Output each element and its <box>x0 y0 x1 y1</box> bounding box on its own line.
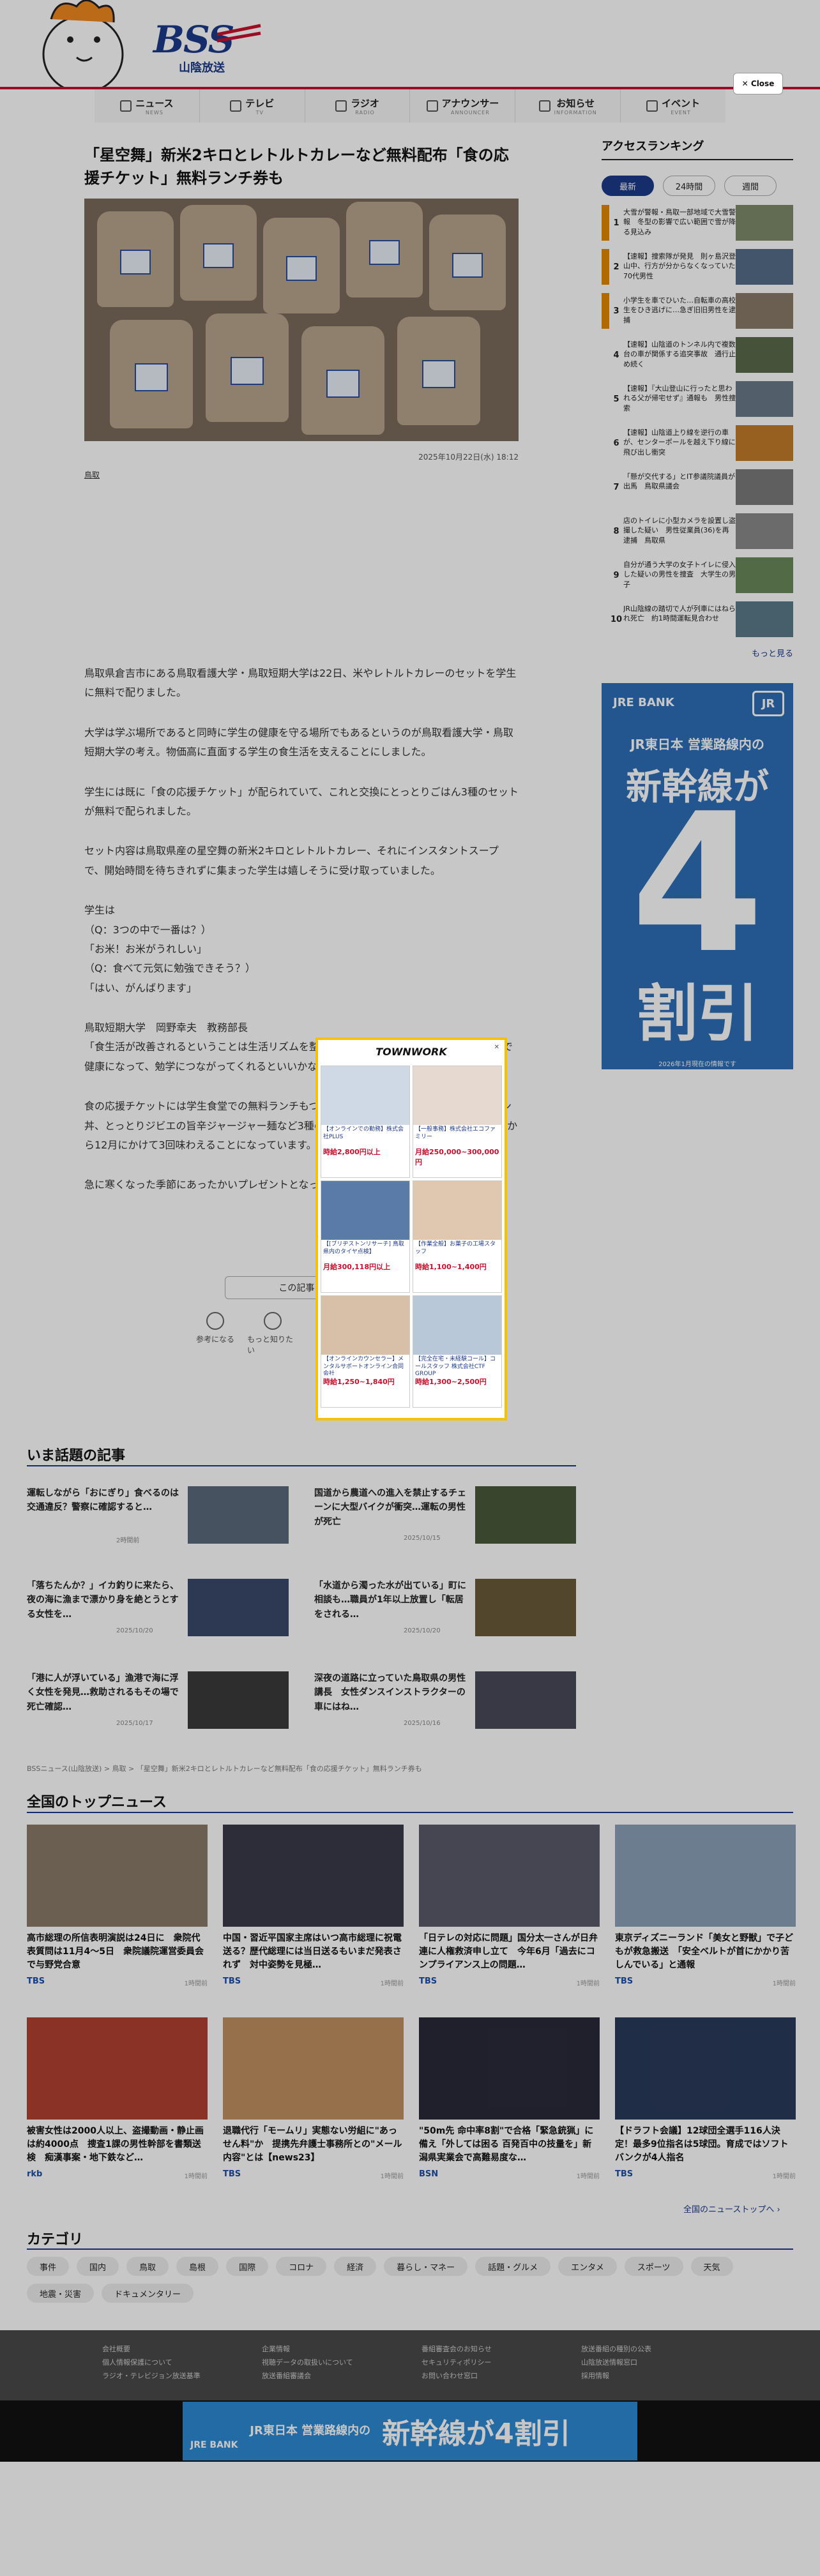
job-wage: 時給1,100~1,400円 <box>415 1263 487 1271</box>
job-ad-modal[interactable]: TOWNWORK ✕ 【オンラインでの勤務】株式会社PLUS 時給2,800円以上【… <box>315 1037 507 1420</box>
job-ad-grid: 【オンラインでの勤務】株式会社PLUS 時給2,800円以上 【一般事務】株式会社エ… <box>318 1063 505 1410</box>
townwork-logo: TOWNWORK <box>376 1045 447 1058</box>
job-card[interactable]: 【[ブリヂストンリサーチ] 鳥取県内のタイヤ点検】月給300,118円以上 <box>321 1180 410 1293</box>
job-card[interactable]: 【オンラインカウンセラー】メンタルサポートオンライン合同会社時給1,250~1,… <box>321 1295 410 1408</box>
job-photo <box>413 1181 501 1240</box>
job-title: 【一般事務】株式会社エコファミリー <box>415 1126 496 1140</box>
job-title: 【オンラインカウンセラー】メンタルサポートオンライン合同会社 <box>323 1356 404 1375</box>
job-card[interactable]: 【完全在宅・未経験コール】コールスタッフ 株式会社CTF GROUP 時給1,30… <box>413 1295 502 1408</box>
job-card[interactable]: 【オンラインでの勤務】株式会社PLUS 時給2,800円以上 <box>321 1066 410 1178</box>
job-photo <box>413 1296 501 1355</box>
job-wage: 時給2,800円以上 <box>323 1148 381 1156</box>
job-wage: 時給1,250~1,840円 <box>323 1378 395 1386</box>
job-wage: 時給1,300~2,500円 <box>415 1378 487 1386</box>
job-photo <box>321 1066 409 1125</box>
job-photo <box>413 1066 501 1125</box>
close-label: Close <box>750 79 775 88</box>
close-icon[interactable]: ✕ <box>494 1044 499 1051</box>
job-wage: 月給300,118円以上 <box>323 1263 391 1271</box>
job-wage: 月給250,000~300,000円 <box>415 1148 499 1166</box>
job-title: 【作業全般】お菓子の工場スタッフ <box>415 1241 496 1255</box>
job-photo <box>321 1296 409 1355</box>
job-card[interactable]: 【一般事務】株式会社エコファミリー月給250,000~300,000円 <box>413 1066 502 1178</box>
job-title: 【[ブリヂストンリサーチ] 鳥取県内のタイヤ点検】 <box>323 1241 404 1255</box>
job-photo <box>321 1181 409 1240</box>
close-ad-button[interactable]: ✕ Close <box>733 73 783 94</box>
job-title: 【オンラインでの勤務】株式会社PLUS <box>323 1126 404 1140</box>
job-title: 【完全在宅・未経験コール】コールスタッフ 株式会社CTF GROUP <box>415 1356 496 1375</box>
job-card[interactable]: 【作業全般】お菓子の工場スタッフ時給1,100~1,400円 <box>413 1180 502 1293</box>
close-icon: ✕ <box>741 79 751 88</box>
